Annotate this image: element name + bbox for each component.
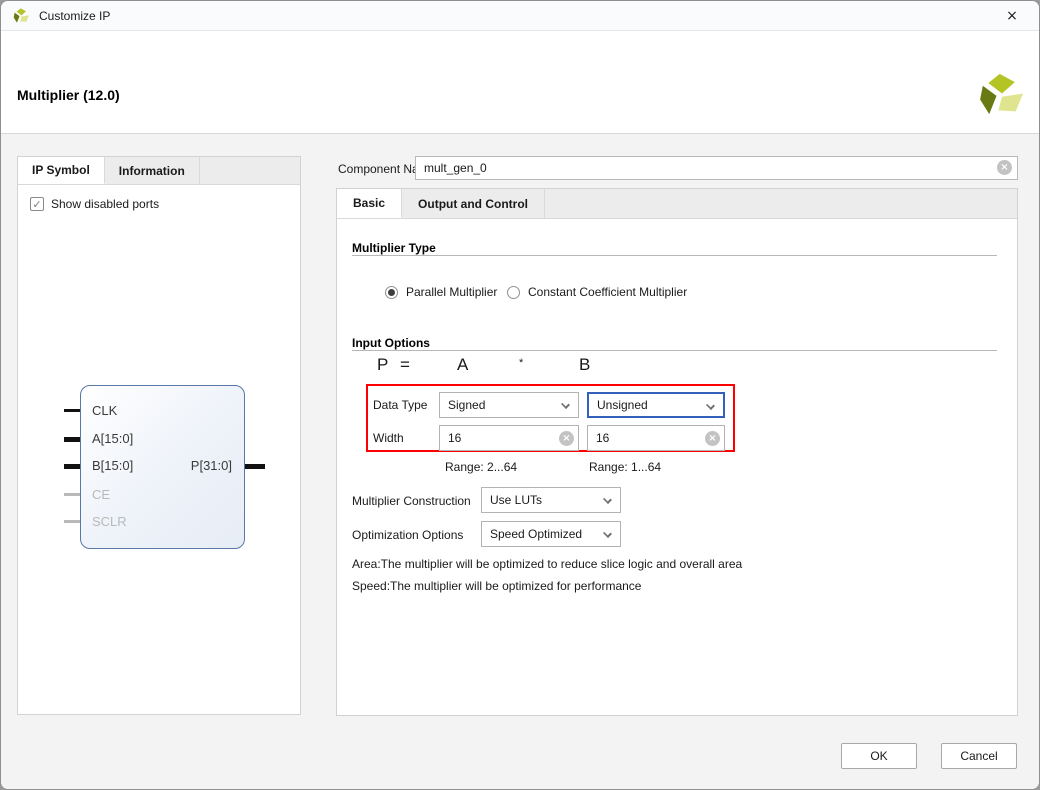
ip-symbol-panel: IP Symbol Information ✓ Show disabled po… (17, 156, 301, 715)
radio-parallel-label: Parallel Multiplier (406, 285, 497, 299)
data-type-a-value: Signed (448, 398, 485, 412)
show-disabled-ports-checkbox[interactable]: ✓ (30, 197, 44, 211)
tab-basic[interactable]: Basic (337, 189, 402, 218)
radio-constant-icon[interactable] (507, 286, 520, 299)
ok-button-label: OK (870, 749, 887, 763)
ip-title: Multiplier (12.0) (17, 87, 120, 103)
clk-port-stub (64, 409, 80, 412)
sclr-port-stub (64, 520, 80, 523)
range-a-label: Range: 2...64 (445, 460, 517, 474)
equation-star: * (519, 357, 523, 369)
equation-p: P (377, 355, 388, 375)
tab-basic-label: Basic (353, 196, 385, 210)
equation-equals: = (400, 355, 410, 375)
ok-button[interactable]: OK (841, 743, 917, 769)
range-b-label: Range: 1...64 (589, 460, 661, 474)
multiplier-type-rule (352, 255, 997, 256)
cancel-button-label: Cancel (960, 749, 997, 763)
radio-constant-coefficient[interactable]: Constant Coefficient Multiplier (507, 285, 687, 299)
xilinx-logo-icon (13, 8, 30, 23)
port-label-ce: CE (92, 487, 110, 502)
data-type-a-select[interactable]: Signed (439, 392, 579, 418)
window-title: Customize IP (39, 9, 110, 23)
chevron-down-icon (561, 400, 570, 409)
data-type-b-select[interactable]: Unsigned (587, 392, 725, 418)
customize-ip-dialog: Customize IP × Multiplier (12.0) i Docum… (0, 0, 1040, 790)
equation-b: B (579, 355, 590, 375)
input-options-heading: Input Options (352, 336, 430, 350)
port-label-a: A[15:0] (92, 431, 133, 446)
speed-note: Speed:The multiplier will be optimized f… (352, 579, 641, 593)
radio-parallel-icon[interactable] (385, 286, 398, 299)
width-a-clear-icon[interactable]: × (559, 431, 574, 446)
input-options-rule (352, 350, 997, 351)
radio-constant-label: Constant Coefficient Multiplier (528, 285, 687, 299)
multiplier-construction-select[interactable]: Use LUTs (481, 487, 621, 513)
tab-ip-symbol-label: IP Symbol (32, 163, 90, 177)
chevron-down-icon (603, 495, 612, 504)
component-name-clear-icon[interactable]: × (997, 160, 1012, 175)
cancel-button[interactable]: Cancel (941, 743, 1017, 769)
chevron-down-icon (706, 401, 715, 410)
data-type-b-value: Unsigned (597, 398, 648, 412)
port-label-sclr: SCLR (92, 514, 127, 529)
tab-output-and-control[interactable]: Output and Control (402, 189, 545, 218)
width-a-input[interactable] (439, 425, 579, 451)
multiplier-construction-label: Multiplier Construction (352, 494, 471, 508)
b-port-stub (64, 464, 80, 469)
tab-information[interactable]: Information (105, 157, 200, 184)
radio-parallel-multiplier[interactable]: Parallel Multiplier (385, 285, 497, 299)
tab-information-label: Information (119, 164, 185, 178)
dialog-content: IP Symbol Information ✓ Show disabled po… (1, 134, 1039, 790)
p-port-stub (245, 464, 265, 469)
options-panel: Basic Output and Control Multiplier Type… (336, 188, 1018, 716)
tab-output-and-control-label: Output and Control (418, 197, 528, 211)
chevron-down-icon (603, 529, 612, 538)
main-tab-strip: Basic Output and Control (337, 189, 1017, 219)
multiplier-type-heading: Multiplier Type (352, 241, 436, 255)
port-label-b: B[15:0] (92, 458, 133, 473)
width-b-clear-icon[interactable]: × (705, 431, 720, 446)
tab-ip-symbol[interactable]: IP Symbol (18, 157, 105, 184)
ce-port-stub (64, 493, 80, 496)
optimization-options-label: Optimization Options (352, 528, 463, 542)
a-port-stub (64, 437, 80, 442)
area-note: Area:The multiplier will be optimized to… (352, 557, 742, 571)
equation-a: A (457, 355, 468, 375)
xilinx-logo (979, 73, 1025, 115)
title-bar: Customize IP × (1, 1, 1039, 31)
optimization-options-select[interactable]: Speed Optimized (481, 521, 621, 547)
close-icon[interactable]: × (995, 1, 1029, 31)
optimization-options-value: Speed Optimized (490, 527, 582, 541)
data-type-label: Data Type (373, 398, 427, 412)
show-disabled-ports-label: Show disabled ports (51, 197, 159, 211)
show-disabled-ports-row[interactable]: ✓ Show disabled ports (30, 197, 159, 211)
left-tab-strip: IP Symbol Information (18, 157, 300, 185)
multiplier-construction-value: Use LUTs (490, 493, 542, 507)
port-label-clk: CLK (92, 403, 117, 418)
component-name-input[interactable] (415, 156, 1018, 180)
port-label-p: P[31:0] (168, 458, 232, 473)
dialog-header: Multiplier (12.0) i Documentation IP Loc… (1, 31, 1039, 134)
width-label: Width (373, 431, 404, 445)
